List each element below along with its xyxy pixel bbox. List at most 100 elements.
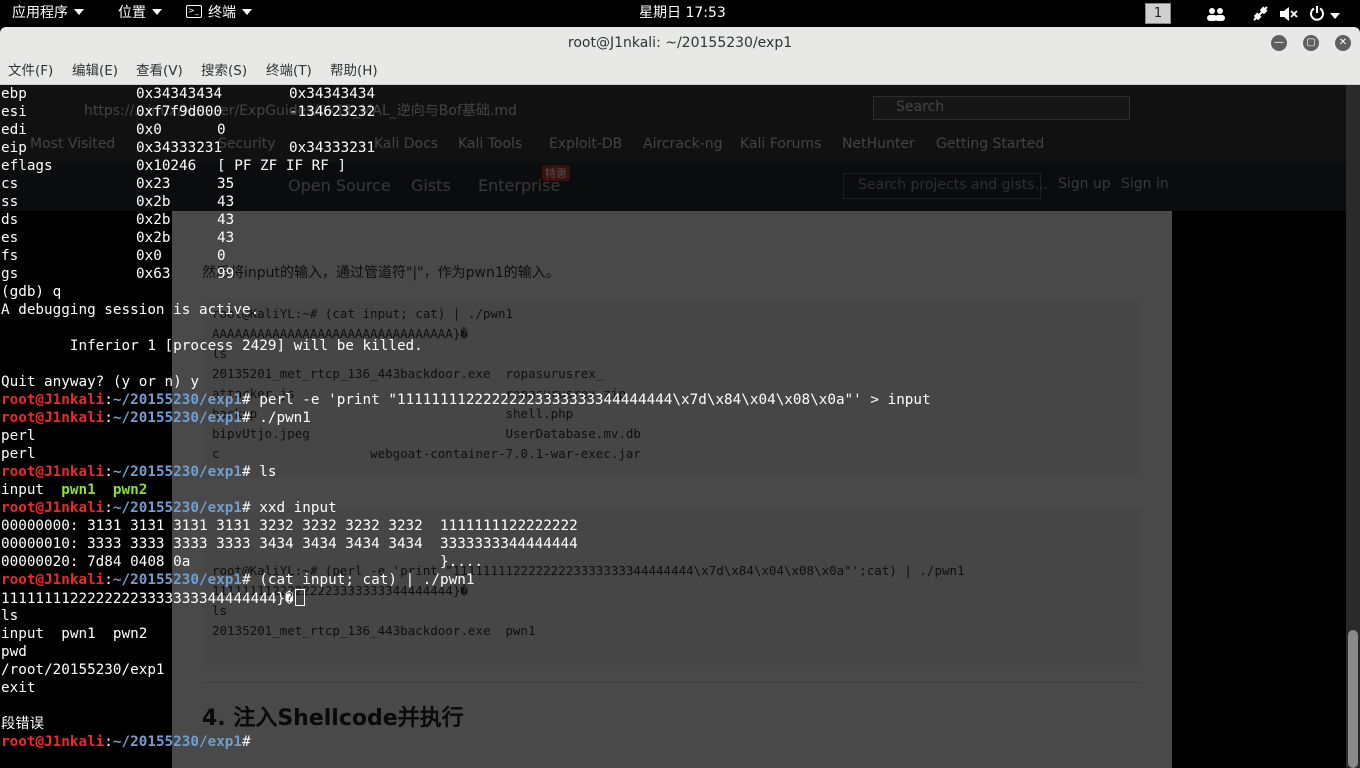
register-row: ds 0x2b 43 bbox=[1, 211, 931, 229]
register-row: eflags 0x10246 [ PF ZF IF RF ] bbox=[1, 157, 931, 175]
power-icon[interactable] bbox=[1309, 5, 1325, 21]
register-hex: 0x0 bbox=[136, 122, 162, 138]
register-value: 99 bbox=[217, 266, 235, 282]
chevron-down-icon bbox=[242, 9, 252, 15]
prompt-user-host: root@J1nkali bbox=[1, 500, 105, 516]
register-row: esi 0xf7f9d000 -134623232 bbox=[1, 103, 931, 121]
minimize-button[interactable]: — bbox=[1271, 35, 1287, 51]
places-menu[interactable]: 位置 bbox=[118, 0, 162, 27]
register-row: es 0x2b 43 bbox=[1, 229, 931, 247]
register-name: edi bbox=[1, 122, 27, 138]
block-cursor bbox=[294, 589, 305, 606]
command-line: root@J1nkali:~/20155230/exp1# ls bbox=[1, 464, 277, 480]
workspace-indicator[interactable]: 1 bbox=[1145, 3, 1171, 24]
prompt-path: ~/20155230/exp1 bbox=[112, 410, 243, 426]
applications-menu[interactable]: 应用程序 bbox=[12, 0, 84, 27]
register-row: ss 0x2b 43 bbox=[1, 193, 931, 211]
gnome-top-bar: 应用程序 位置 >_ 终端 星期日 17:53 1 bbox=[0, 0, 1360, 27]
register-hex: 0x34333231 bbox=[136, 140, 223, 156]
command-line[interactable]: root@J1nkali:~/20155230/exp1# bbox=[1, 733, 931, 751]
register-name: es bbox=[1, 230, 19, 246]
register-value: 43 bbox=[217, 230, 235, 246]
output-line: Quit anyway? (y or n) y bbox=[1, 374, 199, 390]
command-text: # ./pwn1 bbox=[242, 410, 311, 426]
register-name: cs bbox=[1, 176, 19, 192]
output-line: /root/20155230/exp1 bbox=[1, 662, 165, 678]
output-line: input pwn1 pwn2 bbox=[1, 626, 148, 642]
hexdump-line: 00000020: 7d84 0408 0a }.... bbox=[1, 554, 484, 570]
register-name: ss bbox=[1, 194, 19, 210]
register-value: [ PF ZF IF RF ] bbox=[217, 158, 347, 174]
terminal-scrollbar-thumb[interactable] bbox=[1348, 630, 1358, 768]
close-button[interactable]: ✕ bbox=[1335, 35, 1351, 51]
menu-terminal[interactable]: 终端(T) bbox=[266, 59, 312, 84]
prompt-symbol: # bbox=[242, 734, 251, 750]
maximize-button[interactable]: ▢ bbox=[1303, 35, 1319, 51]
command-line: root@J1nkali:~/20155230/exp1# ./pwn1 bbox=[1, 410, 311, 426]
register-row: ebp 0x34343434 0x34343434 bbox=[1, 85, 931, 103]
command-text: # ls bbox=[242, 464, 277, 480]
menu-view[interactable]: 查看(V) bbox=[136, 59, 183, 84]
ghost-bookmark-8: Getting Started bbox=[936, 136, 1045, 152]
prompt-user-host: root@J1nkali bbox=[1, 734, 105, 750]
register-hex: 0x2b bbox=[136, 194, 171, 210]
ghost-sign-in: Sign in bbox=[1121, 176, 1169, 192]
maximize-icon: ▢ bbox=[1306, 37, 1316, 48]
register-name: ebp bbox=[1, 86, 27, 102]
terminal-viewport[interactable]: https://...inux/Net...er/ExpGuides/0x11_… bbox=[0, 85, 1346, 768]
volume-muted-icon[interactable] bbox=[1279, 6, 1299, 22]
register-name: eflags bbox=[1, 158, 53, 174]
menu-search[interactable]: 搜索(S) bbox=[201, 59, 247, 84]
register-value: 35 bbox=[217, 176, 235, 192]
terminal-app-label: 终端 bbox=[208, 5, 236, 21]
menu-file[interactable]: 文件(F) bbox=[8, 59, 53, 84]
output-line: perl bbox=[1, 428, 36, 444]
prompt-user-host: root@J1nkali bbox=[1, 464, 105, 480]
menu-bar: 文件(F) 编辑(E) 查看(V) 搜索(S) 终端(T) 帮助(H) bbox=[0, 59, 1360, 85]
network-disconnected-icon[interactable] bbox=[1252, 5, 1269, 22]
command-line: root@J1nkali:~/20155230/exp1# xxd input bbox=[1, 500, 337, 516]
terminal-output: ebp 0x34343434 0x34343434 esi 0xf7f9d000 -134… bbox=[1, 85, 931, 751]
register-hex: 0x2b bbox=[136, 230, 171, 246]
output-line: perl bbox=[1, 446, 36, 462]
ls-output-line: input pwn1 pwn2 bbox=[1, 481, 931, 499]
prompt-user-host: root@J1nkali bbox=[1, 392, 105, 408]
menu-edit[interactable]: 编辑(E) bbox=[72, 59, 118, 84]
command-text: # xxd input bbox=[242, 500, 337, 516]
register-hex: 0x0 bbox=[136, 248, 162, 264]
register-hex: 0x10246 bbox=[136, 158, 197, 174]
output-line: pwd bbox=[1, 644, 27, 660]
chevron-down-icon bbox=[152, 9, 162, 15]
chevron-down-icon bbox=[74, 9, 84, 15]
window-titlebar[interactable]: root@J1nkali: ~/20155230/exp1 — ▢ ✕ bbox=[0, 27, 1360, 59]
command-line: root@J1nkali:~/20155230/exp1# (cat input… bbox=[1, 572, 475, 588]
register-value: 0 bbox=[217, 248, 226, 264]
menu-help[interactable]: 帮助(H) bbox=[330, 59, 378, 84]
prompt-path: ~/20155230/exp1 bbox=[112, 392, 243, 408]
register-name: fs bbox=[1, 248, 19, 264]
register-row: edi 0x0 0 bbox=[1, 121, 931, 139]
terminal-icon: >_ bbox=[186, 5, 202, 18]
hexdump-line: 00000000: 3131 3131 3131 3131 3232 3232 … bbox=[1, 518, 578, 534]
prompt-path: ~/20155230/exp1 bbox=[112, 734, 243, 750]
people-icon[interactable] bbox=[1206, 6, 1226, 21]
register-name: esi bbox=[1, 104, 27, 120]
segfault-line: 段错误 bbox=[1, 716, 44, 732]
register-name: gs bbox=[1, 266, 19, 282]
ls-file-pwn1: pwn1 bbox=[61, 482, 96, 498]
prompt-path: ~/20155230/exp1 bbox=[112, 464, 243, 480]
prompt-path: ~/20155230/exp1 bbox=[112, 500, 243, 516]
register-value: 0x34333231 bbox=[289, 140, 376, 156]
clock[interactable]: 星期日 17:53 bbox=[639, 0, 726, 27]
hexdump-line: 00000010: 3333 3333 3333 3333 3434 3434 … bbox=[1, 536, 578, 552]
command-line: root@J1nkali:~/20155230/exp1# perl -e 'p… bbox=[1, 392, 931, 408]
terminal-app-menu[interactable]: >_ 终端 bbox=[186, 0, 252, 27]
system-menu-chevron-icon[interactable] bbox=[1330, 13, 1340, 19]
output-line: A debugging session is active. bbox=[1, 302, 260, 318]
output-line: exit bbox=[1, 680, 36, 696]
payload-output: 11111111222222223333333344444444}� bbox=[1, 591, 294, 607]
register-hex: 0x34343434 bbox=[136, 86, 223, 102]
output-line: 11111111222222223333333344444444}� bbox=[1, 589, 931, 607]
